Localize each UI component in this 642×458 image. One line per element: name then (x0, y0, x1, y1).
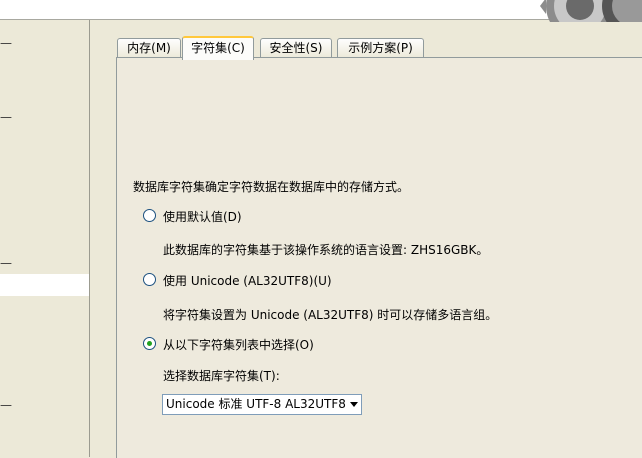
unicode-description: 将字符集设置为 Unicode (AL32UTF8) 时可以存储多语言组。 (163, 308, 498, 322)
radio-unicode-label[interactable]: 使用 Unicode (AL32UTF8)(U) (163, 272, 332, 289)
radio-default-label[interactable]: 使用默认值(D) (163, 208, 242, 225)
select-charset-label: 选择数据库字符集(T): (163, 369, 280, 383)
intro-text: 数据库字符集确定字符数据在数据库中的存储方式。 (133, 180, 410, 194)
chevron-down-icon[interactable] (350, 402, 358, 407)
gear-logo-icon (540, 0, 642, 22)
nav-item-fragment[interactable]: — (0, 110, 12, 124)
charset-select[interactable]: Unicode 标准 UTF-8 AL32UTF8 (162, 394, 362, 415)
top-banner (0, 0, 642, 22)
tab-security[interactable]: 安全性(S) (260, 38, 332, 58)
charset-select-value: Unicode 标准 UTF-8 AL32UTF8 (166, 397, 346, 411)
nav-item-fragment[interactable]: — (0, 256, 12, 270)
tab-memory[interactable]: 内存(M) (117, 38, 181, 58)
radio-selected-dot (147, 341, 152, 346)
radio-choose-from-list[interactable] (143, 337, 156, 350)
radio-unicode[interactable] (143, 273, 156, 286)
radio-default[interactable] (143, 209, 156, 222)
left-navigation: — — — — (0, 20, 90, 457)
nav-item-selected[interactable] (0, 274, 89, 296)
nav-item-fragment[interactable]: — (0, 398, 12, 412)
radio-choose-from-list-label[interactable]: 从以下字符集列表中选择(O) (163, 336, 314, 353)
default-description: 此数据库的字符集基于该操作系统的语言设置: ZHS16GBK。 (163, 243, 489, 257)
tab-sample-schemas[interactable]: 示例方案(P) (337, 38, 424, 58)
nav-item-fragment[interactable]: — (0, 36, 12, 50)
tab-charset[interactable]: 字符集(C) (182, 36, 254, 60)
